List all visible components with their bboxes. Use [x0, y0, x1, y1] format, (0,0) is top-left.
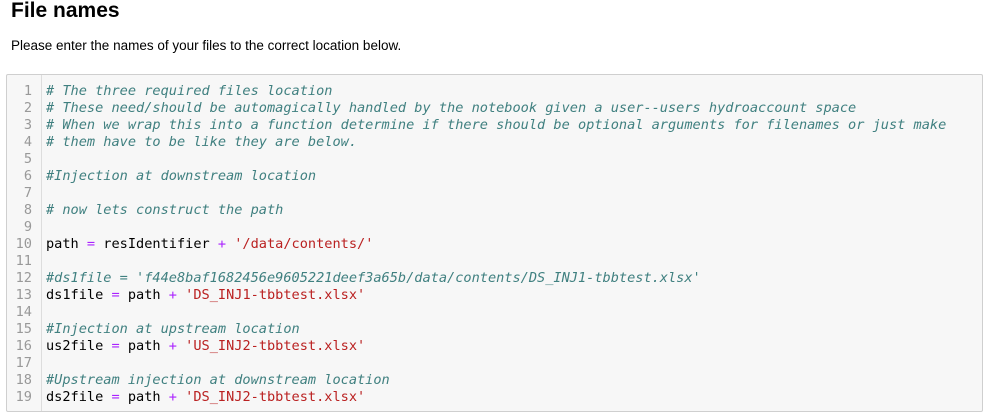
code-text: # them have to be like they are below.	[32, 134, 357, 151]
code-string: '/data/contents/'	[234, 236, 374, 252]
code-text: # These need/should be automagically han…	[32, 100, 856, 117]
code-line[interactable]: 3 # When we wrap this into a function det…	[7, 117, 982, 134]
code-operator: =	[111, 338, 120, 354]
code-identifier: path	[119, 338, 169, 354]
section-title: File names	[11, 0, 120, 22]
line-number: 8	[23, 202, 32, 218]
code-identifier: path	[46, 236, 87, 252]
code-cell[interactable]: 1 # The three required files location 2 # T…	[6, 74, 983, 412]
code-comment: # These need/should be automagically han…	[46, 100, 857, 116]
line-number: 1	[23, 83, 32, 99]
code-text: # now lets construct the path	[32, 202, 283, 219]
code-line[interactable]: 11	[7, 253, 982, 270]
code-operator: +	[168, 287, 177, 303]
code-text: # The three required files location	[32, 83, 332, 100]
line-number: 16	[15, 338, 32, 354]
code-line[interactable]: 2 # These need/should be automagically ha…	[7, 100, 982, 117]
code-line[interactable]: 4 # them have to be like they are below.	[7, 134, 982, 151]
code-line[interactable]: 19 ds2file = path + 'DS_INJ2-tbbtest.xlsx…	[7, 389, 982, 406]
code-identifier	[177, 287, 185, 303]
line-number: 5	[23, 151, 32, 167]
line-number: 9	[23, 219, 32, 235]
code-operator: +	[168, 389, 177, 405]
line-number: 10	[15, 236, 32, 252]
code-line[interactable]: 9	[7, 219, 982, 236]
line-number: 14	[15, 304, 32, 320]
code-comment: #ds1file = 'f44e8baf1682456e9605221deef3…	[46, 270, 701, 286]
line-number: 17	[15, 355, 32, 371]
code-line[interactable]: 8 # now lets construct the path	[7, 202, 982, 219]
line-number: 6	[23, 168, 32, 184]
code-identifier: resIdentifier	[95, 236, 218, 252]
line-number: 12	[15, 270, 32, 286]
line-number: 18	[15, 372, 32, 388]
code-identifier: ds1file	[46, 287, 112, 303]
code-text: ds1file = path + 'DS_INJ1-tbbtest.xlsx'	[32, 287, 365, 304]
code-text: path = resIdentifier + '/data/contents/'	[32, 236, 373, 253]
code-line[interactable]: 15 #Injection at upstream location	[7, 321, 982, 338]
section-description: Please enter the names of your files to …	[11, 38, 402, 53]
code-line[interactable]: 5	[7, 151, 982, 168]
code-line[interactable]: 6 #Injection at downstream location	[7, 168, 982, 185]
line-number: 11	[15, 253, 32, 269]
line-number: 15	[15, 321, 32, 337]
code-comment: # The three required files location	[46, 83, 333, 99]
code-identifier	[177, 338, 185, 354]
code-identifier	[177, 389, 185, 405]
line-number: 13	[15, 287, 32, 303]
code-operator: +	[217, 236, 227, 252]
code-operator: +	[168, 338, 177, 354]
code-text: ds2file = path + 'DS_INJ2-tbbtest.xlsx'	[32, 389, 365, 406]
code-line[interactable]: 1 # The three required files location	[7, 83, 982, 100]
line-number: 3	[23, 117, 32, 133]
code-operator: =	[86, 236, 96, 252]
code-comment: # them have to be like they are below.	[46, 134, 357, 150]
code-comment: #Injection at downstream location	[46, 168, 317, 184]
code-identifier: path	[119, 389, 169, 405]
line-number: 7	[23, 185, 32, 201]
code-line[interactable]: 16 us2file = path + 'US_INJ2-tbbtest.xlsx…	[7, 338, 982, 355]
code-text: #Injection at upstream location	[32, 321, 300, 338]
code-text: #Injection at downstream location	[32, 168, 316, 185]
code-comment: #Injection at upstream location	[46, 321, 300, 337]
code-identifier: path	[119, 287, 169, 303]
code-string: 'US_INJ2-tbbtest.xlsx'	[185, 338, 366, 354]
code-line[interactable]: 17	[7, 355, 982, 372]
code-operator: =	[111, 287, 120, 303]
code-text: us2file = path + 'US_INJ2-tbbtest.xlsx'	[32, 338, 365, 355]
code-identifier: ds2file	[46, 389, 112, 405]
code-line[interactable]: 13 ds1file = path + 'DS_INJ1-tbbtest.xlsx…	[7, 287, 982, 304]
code-string: 'DS_INJ2-tbbtest.xlsx'	[185, 389, 366, 405]
code-comment: #Upstream injection at downstream locati…	[46, 372, 390, 388]
code-operator: =	[111, 389, 120, 405]
code-line[interactable]: 18 #Upstream injection at downstream loca…	[7, 372, 982, 389]
code-string: 'DS_INJ1-tbbtest.xlsx'	[185, 287, 366, 303]
code-text: #Upstream injection at downstream locati…	[32, 372, 390, 389]
code-identifier: us2file	[46, 338, 112, 354]
code-line[interactable]: 10 path = resIdentifier + '/data/contents…	[7, 236, 982, 253]
code-comment: # When we wrap this into a function dete…	[46, 117, 947, 133]
line-number: 2	[23, 100, 32, 116]
line-number: 4	[23, 134, 32, 150]
code-text: # When we wrap this into a function dete…	[32, 117, 946, 134]
code-line[interactable]: 12 #ds1file = 'f44e8baf1682456e9605221dee…	[7, 270, 982, 287]
code-comment: # now lets construct the path	[46, 202, 284, 218]
code-text: #ds1file = 'f44e8baf1682456e9605221deef3…	[32, 270, 701, 287]
code-line[interactable]: 7	[7, 185, 982, 202]
line-number: 19	[15, 389, 32, 405]
code-editor[interactable]: 1 # The three required files location 2 # T…	[7, 83, 982, 406]
code-line[interactable]: 14	[7, 304, 982, 321]
